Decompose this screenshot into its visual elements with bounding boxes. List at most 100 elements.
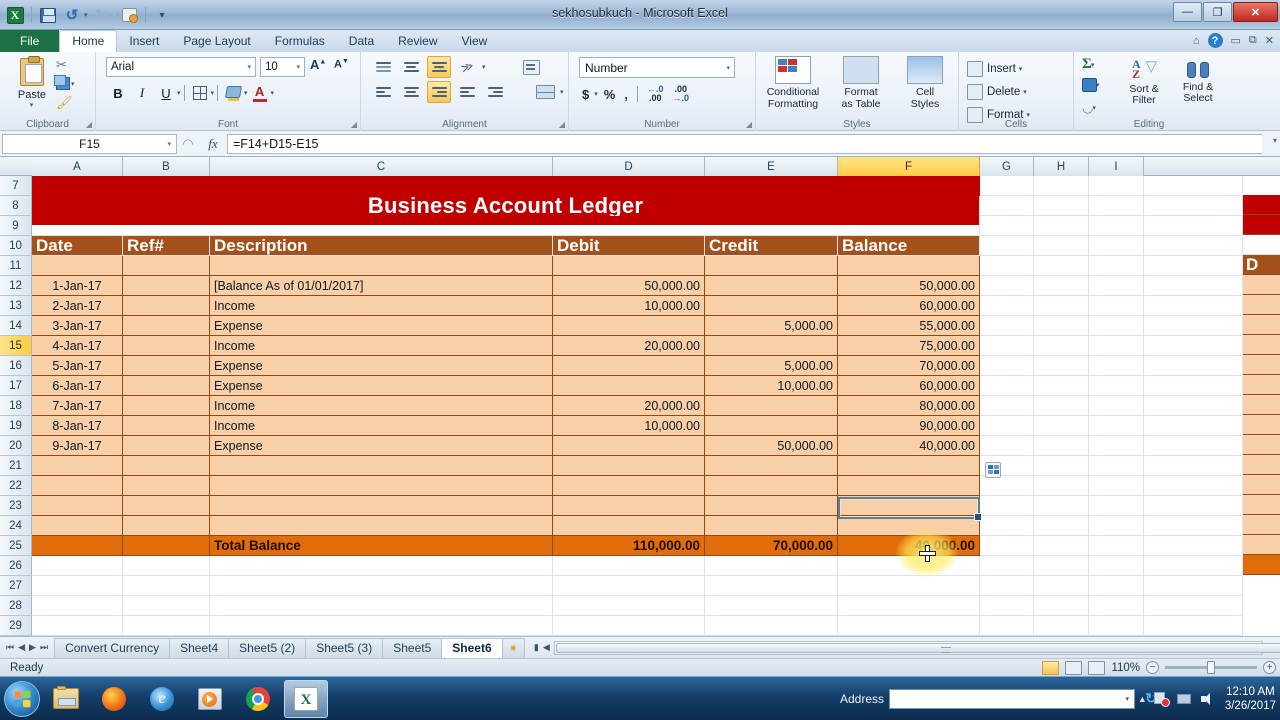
ledger-debit-18[interactable]: 20,000.00 [553, 396, 705, 416]
cell-empty[interactable] [32, 556, 123, 576]
cell-empty[interactable] [980, 196, 1034, 216]
ledger-credit-12[interactable] [705, 276, 838, 296]
cell-empty[interactable] [123, 556, 210, 576]
ledger-balance-21[interactable] [838, 456, 980, 476]
total-label[interactable]: Total Balance [210, 536, 553, 556]
tab-review[interactable]: Review [386, 30, 449, 52]
ledger-cell-empty[interactable] [553, 256, 705, 276]
cell-empty[interactable] [553, 616, 705, 636]
cell-empty[interactable] [1144, 576, 1243, 596]
top-align-button[interactable] [371, 56, 395, 78]
cell-empty[interactable] [1144, 596, 1243, 616]
ledger-description-19[interactable]: Income [210, 416, 553, 436]
font-color-dropdown-icon[interactable]: ▾ [271, 89, 275, 97]
align-right-button[interactable] [427, 81, 451, 103]
cell-empty[interactable] [1034, 296, 1089, 316]
ledger-debit-20[interactable] [553, 436, 705, 456]
cell-empty[interactable] [1034, 236, 1089, 256]
cell-empty[interactable] [1144, 556, 1243, 576]
shrink-font-button[interactable]: A▼ [334, 58, 349, 71]
cell-empty[interactable] [980, 276, 1034, 296]
ledger-ref-18[interactable] [123, 396, 210, 416]
second-ledger-cell[interactable] [1243, 475, 1280, 495]
ledger-date-24[interactable] [32, 516, 123, 536]
column-header-E[interactable]: E [705, 157, 838, 176]
ledger-balance-14[interactable]: 55,000.00 [838, 316, 980, 336]
cut-button[interactable]: ✂ [56, 56, 75, 73]
minimize-button[interactable]: — [1173, 2, 1202, 22]
cell-empty[interactable] [1144, 176, 1243, 196]
paste-button[interactable]: Paste ▾ [10, 56, 54, 109]
cell-empty[interactable] [1034, 256, 1089, 276]
first-sheet-icon[interactable]: ⏮ [6, 642, 14, 653]
row-header-27[interactable]: 27 [0, 576, 32, 596]
cell-empty[interactable] [32, 225, 980, 236]
ledger-ref-17[interactable] [123, 376, 210, 396]
taskbar-media-player[interactable] [188, 680, 232, 718]
chevron-down-icon[interactable]: ▾ [1023, 88, 1027, 96]
ledger-balance-19[interactable]: 90,000.00 [838, 416, 980, 436]
ledger-balance-17[interactable]: 60,000.00 [838, 376, 980, 396]
page-layout-view-icon[interactable] [1065, 660, 1083, 675]
taskbar-internet-explorer[interactable]: e [140, 680, 184, 718]
second-ledger-cell[interactable] [1243, 415, 1280, 435]
orientation-button[interactable]: ≫ [455, 56, 479, 78]
cell-empty[interactable] [980, 476, 1034, 496]
cell-empty[interactable] [1089, 336, 1144, 356]
chevron-down-icon[interactable]: ▾ [1125, 695, 1129, 703]
cell-empty[interactable] [980, 256, 1034, 276]
cell-empty[interactable] [1034, 216, 1089, 236]
ledger-balance-16[interactable]: 70,000.00 [838, 356, 980, 376]
cell-empty[interactable] [1089, 296, 1144, 316]
fill-color-button[interactable] [221, 82, 245, 104]
cell-empty[interactable] [1034, 616, 1089, 636]
cell-empty[interactable] [980, 316, 1034, 336]
cell-empty[interactable] [123, 616, 210, 636]
cell-empty[interactable] [980, 296, 1034, 316]
last-sheet-icon[interactable]: ⏭ [40, 642, 48, 653]
cell-empty[interactable] [1144, 376, 1243, 396]
cell-empty[interactable] [210, 596, 553, 616]
cell-empty[interactable] [1144, 356, 1243, 376]
ledger-date-17[interactable]: 6-Jan-17 [32, 376, 123, 396]
ledger-credit-19[interactable] [705, 416, 838, 436]
cell-empty[interactable] [1034, 336, 1089, 356]
sheet-tab-sheet6[interactable]: Sheet6 [441, 637, 503, 658]
cell-empty[interactable] [1034, 536, 1089, 556]
ledger-ref-21[interactable] [123, 456, 210, 476]
close-button[interactable]: ✕ [1233, 2, 1278, 22]
cell-empty[interactable] [838, 556, 980, 576]
ledger-title-band-bottom[interactable] [32, 216, 980, 225]
align-center-button[interactable] [399, 81, 423, 103]
zoom-in-button[interactable]: + [1263, 661, 1276, 674]
ledger-credit-24[interactable] [705, 516, 838, 536]
merge-dropdown-icon[interactable]: ▾ [560, 88, 564, 96]
ledger-credit-15[interactable] [705, 336, 838, 356]
cell-empty[interactable] [1034, 436, 1089, 456]
format-as-table-button[interactable]: Format as Table [830, 56, 892, 110]
row-header-16[interactable]: 16 [0, 356, 32, 376]
chevron-down-icon[interactable]: ▾ [296, 63, 300, 71]
total-date[interactable] [32, 536, 123, 556]
ledger-cell-empty[interactable] [210, 256, 553, 276]
zoom-out-button[interactable]: − [1146, 661, 1159, 674]
second-ledger-cell[interactable] [1243, 375, 1280, 395]
second-ledger-cell[interactable]: D [1243, 255, 1280, 275]
row-header-21[interactable]: 21 [0, 456, 32, 476]
cell-empty[interactable] [1144, 196, 1243, 216]
total-balance[interactable]: 40,000.00 [838, 536, 980, 556]
taskbar-chrome[interactable] [236, 680, 280, 718]
align-left-button[interactable] [371, 81, 395, 103]
cell-empty[interactable] [980, 236, 1034, 256]
tab-data[interactable]: Data [337, 30, 386, 52]
cell-empty[interactable] [980, 436, 1034, 456]
clear-button[interactable]: ◡ ▾ [1082, 100, 1096, 116]
paste-options-icon[interactable] [985, 462, 1001, 478]
second-ledger-cell[interactable] [1243, 315, 1280, 335]
cell-empty[interactable] [1144, 536, 1243, 556]
format-painter-button[interactable]: 🖌 [56, 94, 75, 111]
cell-empty[interactable] [1034, 516, 1089, 536]
ledger-ref-20[interactable] [123, 436, 210, 456]
cell-empty[interactable] [1144, 436, 1243, 456]
cell-empty[interactable] [1144, 236, 1243, 256]
